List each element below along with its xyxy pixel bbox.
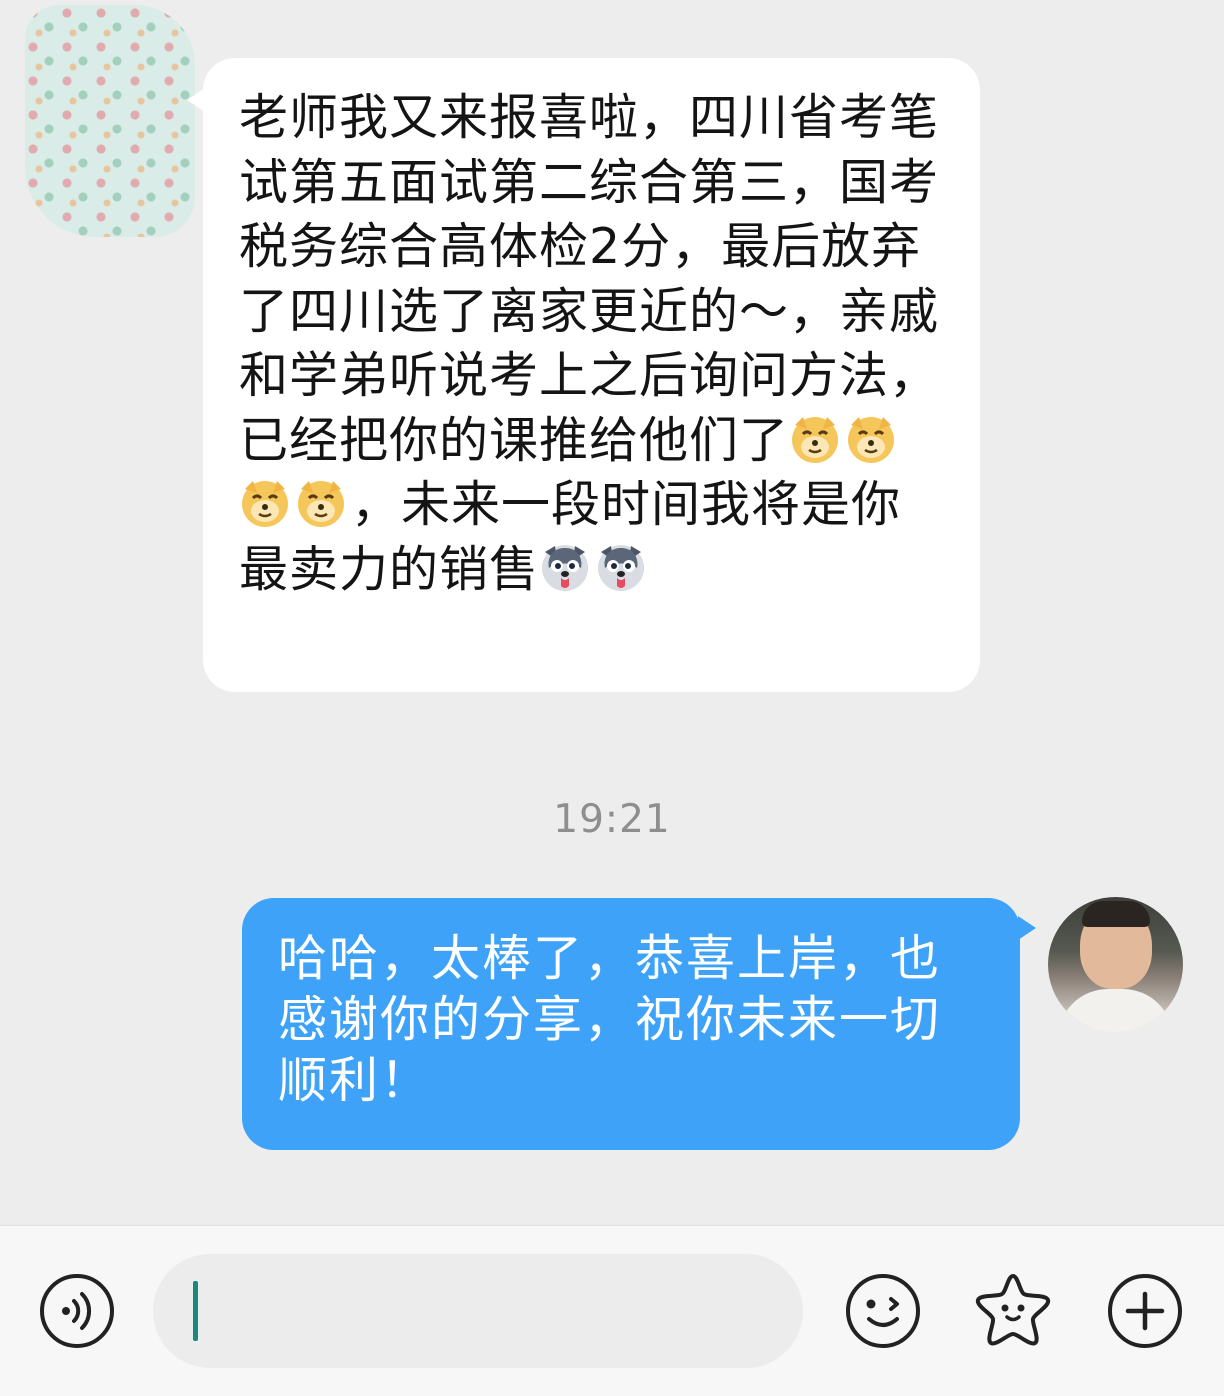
avatar-hair xyxy=(1082,901,1150,927)
husky-icon xyxy=(595,542,647,594)
input-bar xyxy=(0,1225,1224,1396)
message-input[interactable] xyxy=(153,1254,803,1368)
husky-icon xyxy=(539,542,591,594)
doge-icon xyxy=(845,413,897,465)
outgoing-message-text: 哈哈，太棒了，恭喜上岸，也感谢你的分享，祝你未来一切顺利！ xyxy=(278,930,942,1109)
voice-icon[interactable] xyxy=(38,1272,116,1350)
plus-icon[interactable] xyxy=(1106,1272,1184,1350)
doge-icon xyxy=(239,477,291,529)
favorite-icon[interactable] xyxy=(974,1270,1052,1348)
doge-icon xyxy=(295,477,347,529)
message-timestamp: 19:21 xyxy=(553,797,671,842)
emoji-icon[interactable] xyxy=(844,1272,922,1350)
doge-icon xyxy=(789,413,841,465)
incoming-message-text: 老师我又来报喜啦，四川省考笔试第五面试第二综合第三，国考税务综合高体检2分，最后… xyxy=(239,86,944,602)
sender-avatar[interactable] xyxy=(25,5,195,237)
text-caret xyxy=(193,1281,198,1341)
outgoing-message-bubble[interactable]: 哈哈，太棒了，恭喜上岸，也感谢你的分享，祝你未来一切顺利！ xyxy=(242,898,1036,1150)
incoming-message-bubble[interactable]: 老师我又来报喜啦，四川省考笔试第五面试第二综合第三，国考税务综合高体检2分，最后… xyxy=(187,58,980,692)
my-avatar[interactable] xyxy=(1048,897,1183,1032)
chat-area[interactable]: 老师我又来报喜啦，四川省考笔试第五面试第二综合第三，国考税务综合高体检2分，最后… xyxy=(0,0,1224,1225)
avatar-shirt xyxy=(1058,989,1173,1032)
